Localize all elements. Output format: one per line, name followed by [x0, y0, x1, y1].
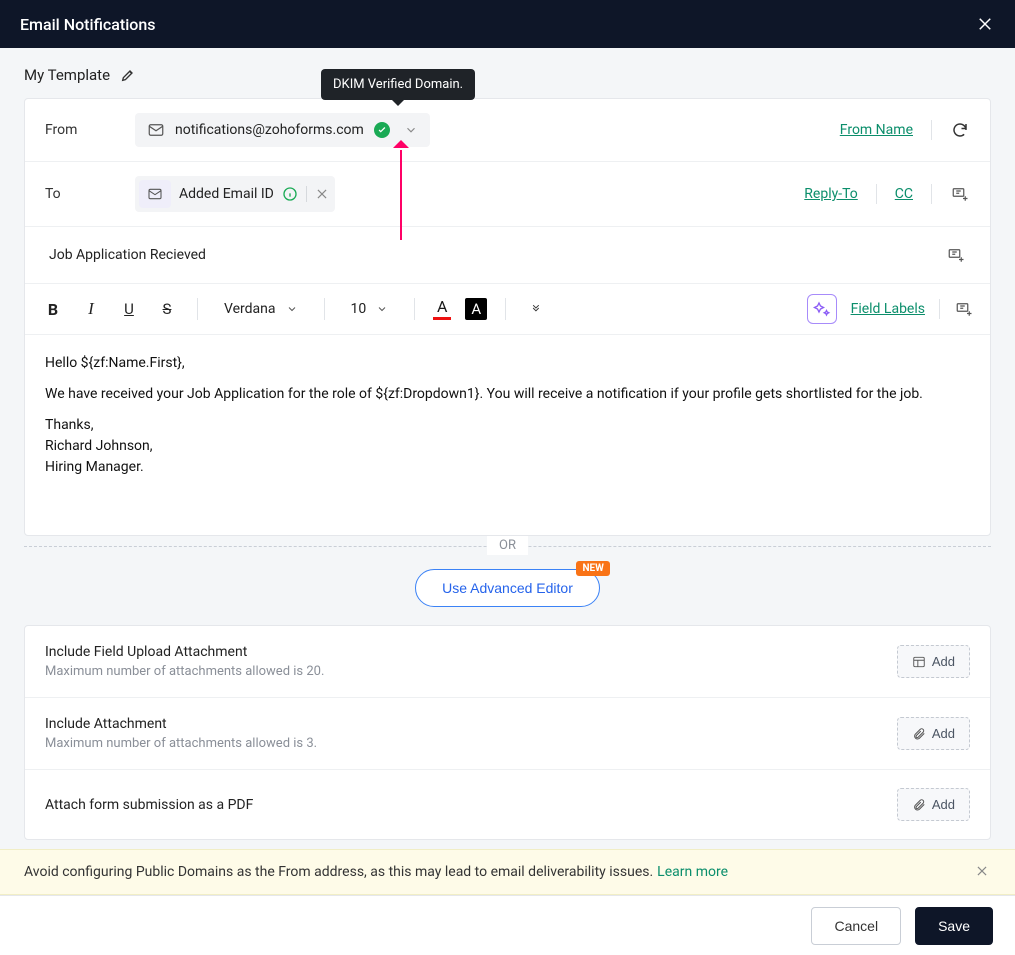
- from-row: From notifications@zohoforms.com From Na…: [25, 99, 990, 162]
- separator: [505, 298, 506, 320]
- cancel-button[interactable]: Cancel: [811, 907, 901, 945]
- use-advanced-editor-button[interactable]: Use Advanced Editor: [415, 569, 600, 607]
- envelope-icon: [139, 180, 171, 208]
- cc-link[interactable]: CC: [895, 186, 913, 202]
- font-size-value: 10: [351, 301, 367, 317]
- field-labels-link[interactable]: Field Labels: [851, 301, 925, 317]
- layout-icon: [912, 655, 926, 669]
- separator: [306, 186, 307, 202]
- separator: [931, 120, 932, 140]
- add-pdf-button[interactable]: Add: [897, 788, 970, 821]
- compose-panel: From notifications@zohoforms.com From Na…: [24, 98, 991, 536]
- separator: [324, 298, 325, 320]
- separator: [876, 184, 877, 204]
- dkim-tooltip: DKIM Verified Domain.: [321, 69, 475, 100]
- learn-more-link[interactable]: Learn more: [657, 864, 728, 880]
- close-icon[interactable]: [975, 14, 995, 34]
- separator: [414, 298, 415, 320]
- subject-input[interactable]: Job Application Recieved: [49, 247, 206, 263]
- underline-button[interactable]: U: [117, 297, 141, 321]
- save-button[interactable]: Save: [915, 907, 993, 945]
- font-family-value: Verdana: [224, 301, 276, 317]
- italic-button[interactable]: I: [79, 297, 103, 321]
- separator: [931, 184, 932, 204]
- attach-title: Attach form submission as a PDF: [45, 797, 253, 813]
- attach-sub: Maximum number of attachments allowed is…: [45, 664, 324, 679]
- from-email: notifications@zohoforms.com: [175, 122, 364, 138]
- add-label: Add: [932, 797, 955, 812]
- paperclip-icon: [912, 727, 926, 741]
- add-label: Add: [932, 726, 955, 741]
- more-formatting-icon[interactable]: [524, 297, 548, 321]
- to-pill[interactable]: Added Email ID: [135, 176, 335, 212]
- font-family-select[interactable]: Verdana: [216, 297, 306, 321]
- subject-row[interactable]: Job Application Recieved: [25, 227, 990, 284]
- ai-assist-button[interactable]: [807, 294, 837, 324]
- remove-recipient-icon[interactable]: [315, 187, 329, 201]
- email-body-editor[interactable]: Hello ${zf:Name.First}, We have received…: [25, 335, 990, 535]
- annotation-arrow: [400, 150, 402, 240]
- edit-template-icon[interactable]: [120, 67, 136, 83]
- banner-close-icon[interactable]: [975, 864, 991, 880]
- page-title: Email Notifications: [20, 15, 156, 34]
- from-label: From: [45, 122, 135, 138]
- separator: [939, 299, 940, 319]
- body-line: We have received your Job Application fo…: [45, 384, 970, 405]
- to-pill-label: Added Email ID: [179, 186, 274, 202]
- editor-toolbar: B I U S Verdana 10 A A: [25, 284, 990, 335]
- highlight-button[interactable]: A: [465, 298, 487, 320]
- body-line: Thanks,: [45, 415, 970, 436]
- add-field-upload-button[interactable]: Add: [897, 645, 970, 678]
- chevron-down-icon[interactable]: [404, 123, 418, 137]
- attach-title: Include Field Upload Attachment: [45, 644, 324, 660]
- or-divider: OR: [24, 536, 991, 555]
- from-name-link[interactable]: From Name: [840, 122, 913, 138]
- attach-option-pdf: Attach form submission as a PDF Add: [25, 770, 990, 839]
- info-icon[interactable]: [282, 186, 298, 202]
- dkim-tooltip-text: DKIM Verified Domain.: [333, 77, 463, 92]
- or-text: OR: [487, 536, 528, 555]
- text-color-button[interactable]: A: [433, 299, 451, 320]
- insert-field-icon[interactable]: [954, 299, 974, 319]
- top-bar: Email Notifications: [0, 0, 1015, 48]
- reply-to-link[interactable]: Reply-To: [804, 186, 857, 202]
- add-attachment-button[interactable]: Add: [897, 717, 970, 750]
- warning-banner: Avoid configuring Public Domains as the …: [0, 849, 1015, 895]
- to-row: To Added Email ID Reply-To CC: [25, 162, 990, 227]
- template-name-row: My Template: [0, 48, 1015, 98]
- refresh-icon[interactable]: [950, 120, 970, 140]
- bold-button[interactable]: B: [41, 297, 65, 321]
- app-root: Email Notifications My Template From not…: [0, 0, 1015, 955]
- body-line: Hiring Manager.: [45, 457, 970, 478]
- insert-field-icon[interactable]: [950, 184, 970, 204]
- paperclip-icon: [912, 798, 926, 812]
- body-line: Richard Johnson,: [45, 436, 970, 457]
- banner-text: Avoid configuring Public Domains as the …: [24, 864, 653, 880]
- body-line: Hello ${zf:Name.First},: [45, 353, 970, 374]
- template-name: My Template: [24, 66, 110, 84]
- attachment-options: Include Field Upload Attachment Maximum …: [24, 625, 991, 840]
- attach-sub: Maximum number of attachments allowed is…: [45, 736, 317, 751]
- to-label: To: [45, 186, 135, 202]
- strikethrough-button[interactable]: S: [155, 297, 179, 321]
- footer-actions: Cancel Save: [0, 895, 1015, 955]
- insert-field-icon[interactable]: [946, 245, 966, 265]
- advanced-editor-row: Use Advanced Editor NEW: [24, 569, 991, 607]
- envelope-icon: [147, 121, 165, 139]
- new-badge: NEW: [576, 561, 609, 576]
- attach-title: Include Attachment: [45, 716, 317, 732]
- add-label: Add: [932, 654, 955, 669]
- attach-option-field-upload: Include Field Upload Attachment Maximum …: [25, 626, 990, 698]
- font-size-select[interactable]: 10: [343, 297, 397, 321]
- separator: [197, 298, 198, 320]
- from-select[interactable]: notifications@zohoforms.com: [135, 113, 430, 147]
- attach-option-include: Include Attachment Maximum number of att…: [25, 698, 990, 770]
- verified-badge-icon: [374, 122, 390, 138]
